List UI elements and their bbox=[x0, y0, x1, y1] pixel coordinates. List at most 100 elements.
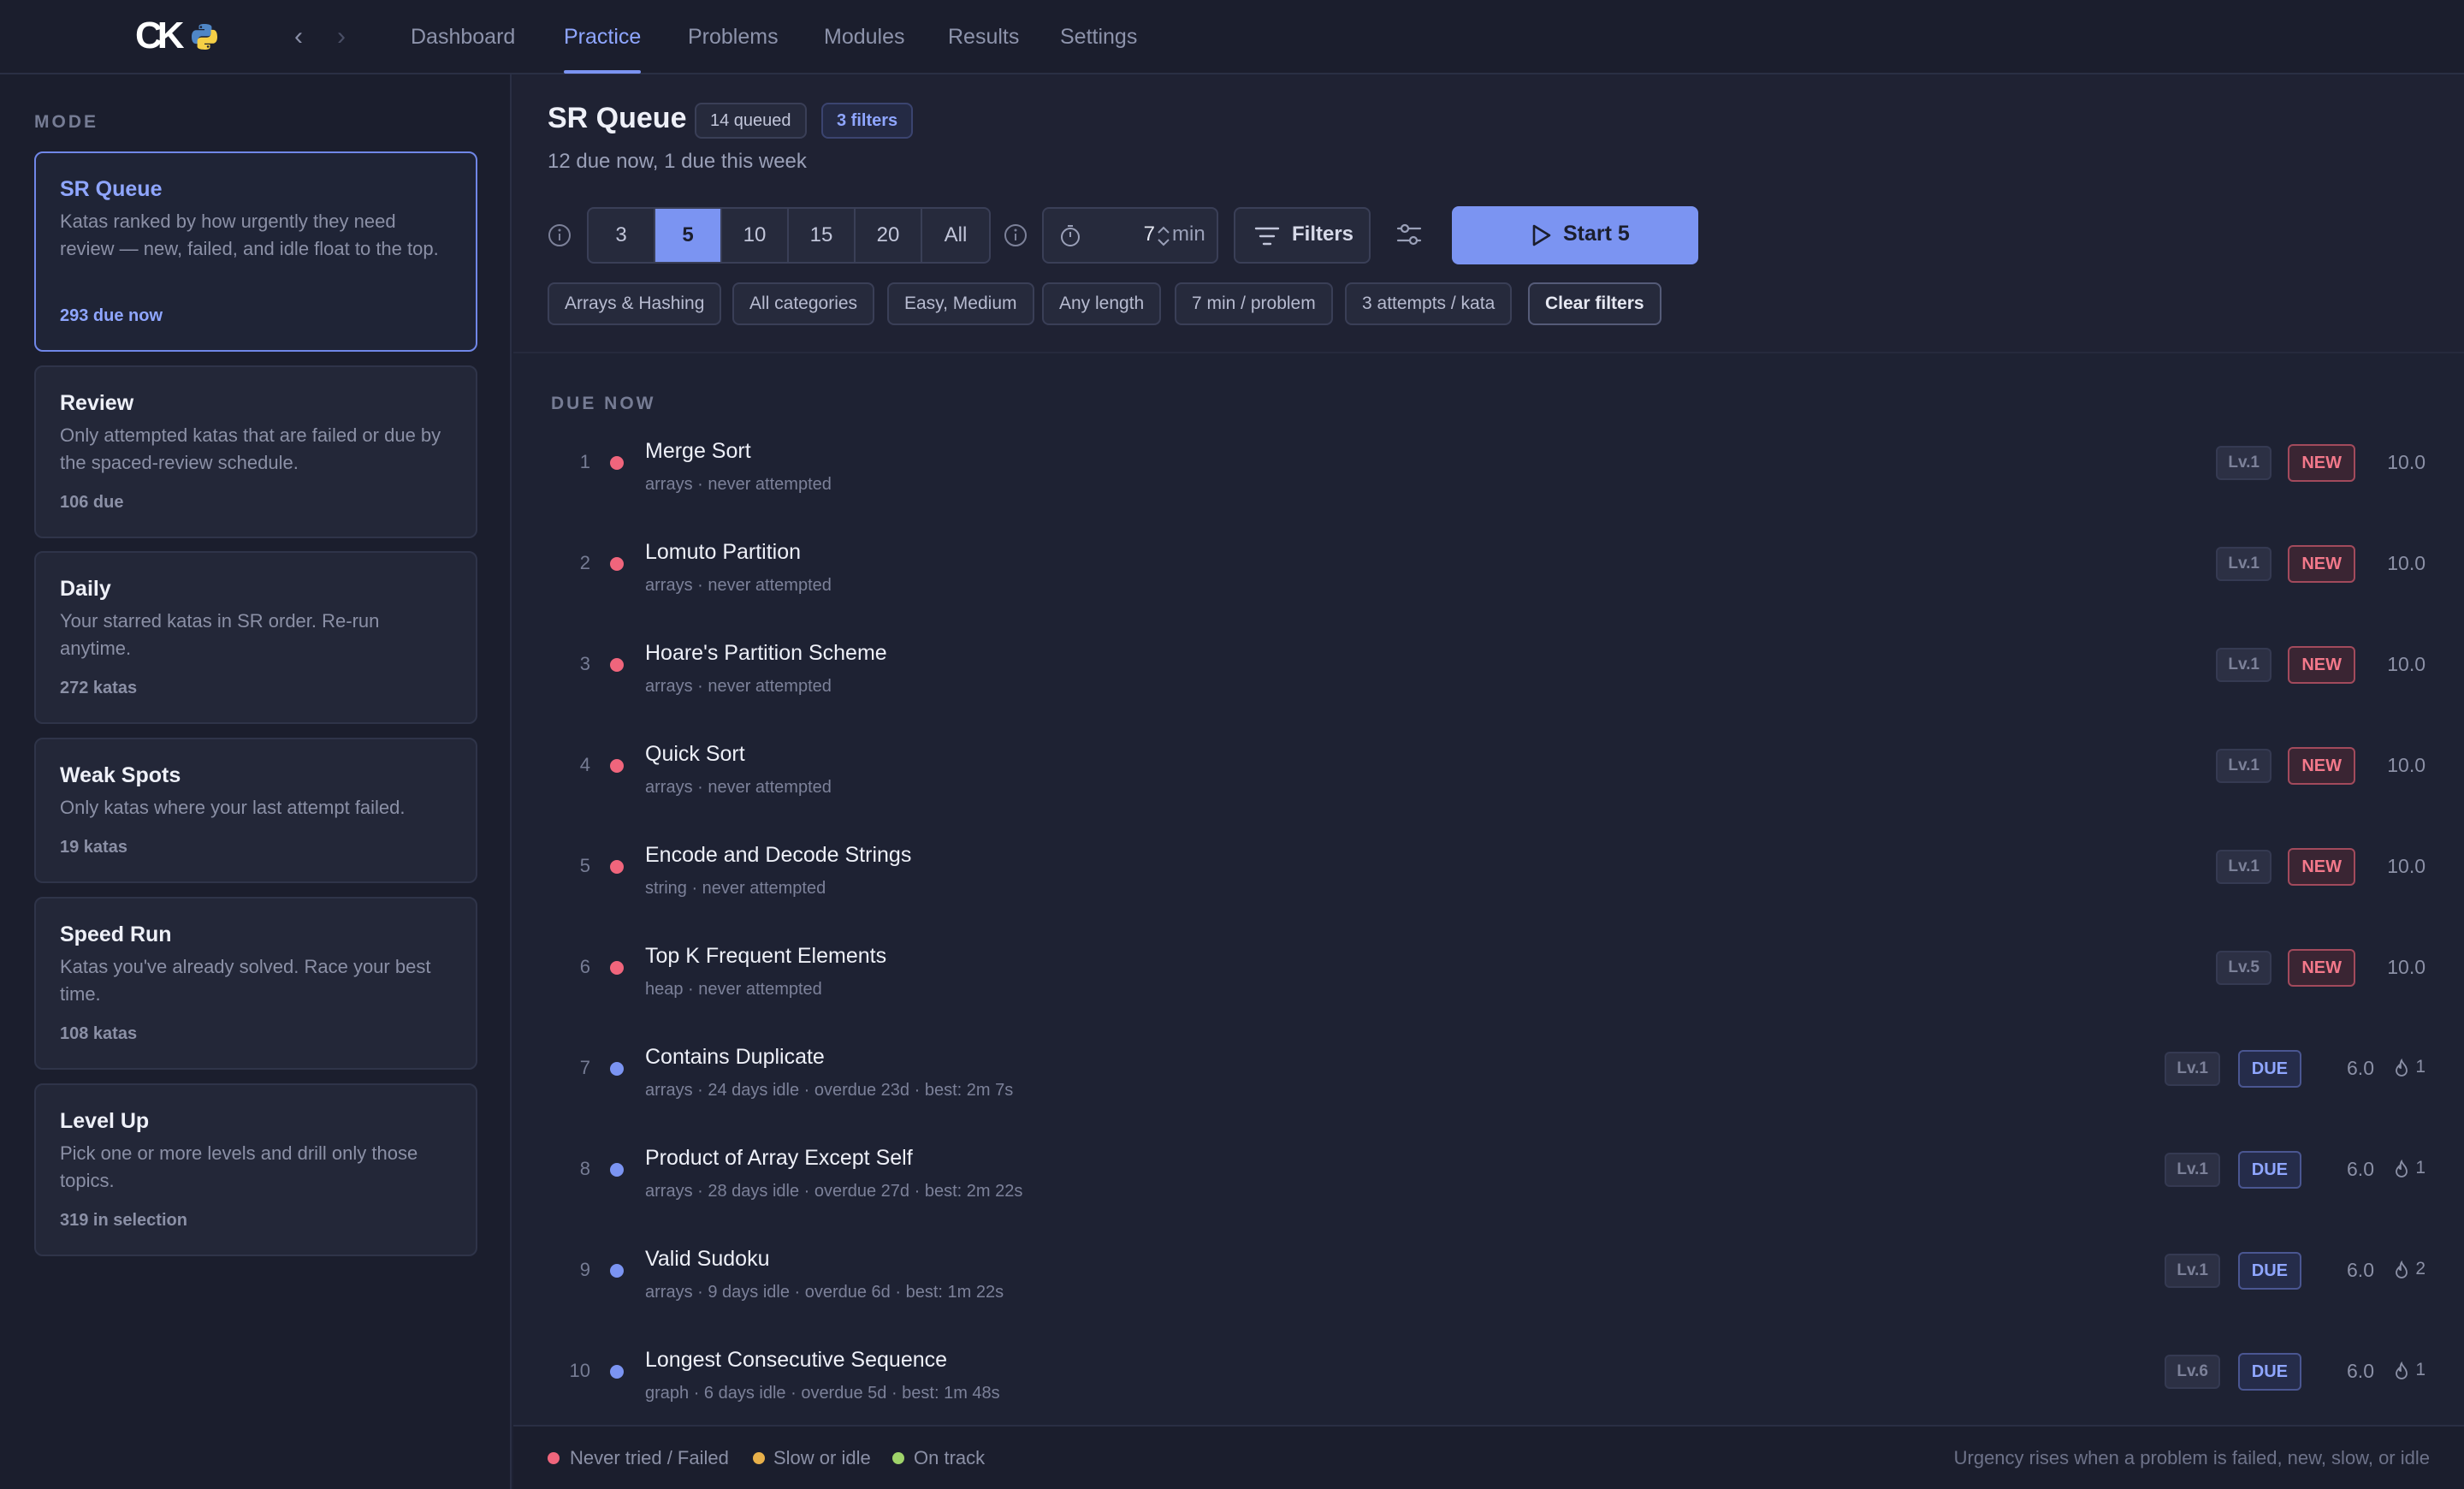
row-number: 1 bbox=[579, 451, 590, 472]
filter-chip-category[interactable]: All categories bbox=[732, 282, 875, 325]
urgency-score: 10.0 bbox=[2387, 451, 2426, 473]
queue-row[interactable]: 7 Contains Duplicate arrays · 24 days idle… bbox=[513, 1031, 2464, 1132]
status-badge: NEW bbox=[2288, 545, 2355, 583]
size-option-10[interactable]: 10 bbox=[722, 209, 789, 262]
mode-card-speed-run[interactable]: Speed Run Katas you've already solved. R… bbox=[34, 897, 477, 1070]
mode-count: 272 katas bbox=[60, 679, 138, 697]
tab-problems[interactable]: Problems bbox=[688, 22, 779, 74]
app-logo[interactable]: CK bbox=[135, 15, 185, 56]
queue-row[interactable]: 1 Merge Sort arrays · never attempted Lv.1 N… bbox=[513, 425, 2464, 526]
queue-row[interactable]: 4 Quick Sort arrays · never attempted Lv.1 N… bbox=[513, 728, 2464, 829]
tab-dashboard[interactable]: Dashboard bbox=[411, 22, 515, 74]
mode-description: Your starred katas in SR order. Re-run a… bbox=[60, 610, 380, 659]
streak-count: 1 bbox=[2415, 1360, 2426, 1379]
sliders-icon[interactable] bbox=[1395, 220, 1424, 249]
mode-description: Only attempted katas that are failed or … bbox=[60, 424, 441, 473]
filter-chip-topic[interactable]: Arrays & Hashing bbox=[548, 282, 722, 325]
level-badge: Lv.1 bbox=[2216, 749, 2272, 783]
urgency-dot bbox=[610, 557, 624, 571]
kata-title: Top K Frequent Elements bbox=[645, 944, 887, 968]
size-option-20[interactable]: 20 bbox=[856, 209, 922, 262]
level-badge: Lv.1 bbox=[2216, 547, 2272, 581]
urgency-note: Urgency rises when a problem is failed, … bbox=[1953, 1447, 2430, 1468]
streak-count: 1 bbox=[2415, 1057, 2426, 1077]
mode-description: Katas ranked by how urgently they need r… bbox=[60, 211, 439, 259]
mode-description: Only katas where your last attempt faile… bbox=[60, 797, 406, 818]
size-option-all[interactable]: All bbox=[922, 209, 989, 262]
mode-title: Speed Run bbox=[60, 922, 172, 946]
filter-chip-time[interactable]: 7 min / problem bbox=[1175, 282, 1333, 325]
tab-results[interactable]: Results bbox=[948, 22, 1019, 74]
mode-count: 106 due bbox=[60, 493, 124, 512]
mode-card-level-up[interactable]: Level Up Pick one or more levels and dri… bbox=[34, 1083, 477, 1256]
clear-filters-button[interactable]: Clear filters bbox=[1528, 282, 1661, 325]
main-content: SR Queue 14 queued 3 filters 12 due now,… bbox=[513, 74, 2464, 1489]
kata-meta: graph · 6 days idle · overdue 5d · best:… bbox=[645, 1384, 1000, 1403]
size-option-15[interactable]: 15 bbox=[789, 209, 856, 262]
streak-count: 2 bbox=[2415, 1259, 2426, 1278]
mode-description: Pick one or more levels and drill only t… bbox=[60, 1142, 418, 1191]
level-badge: Lv.1 bbox=[2216, 850, 2272, 884]
filters-button[interactable]: Filters bbox=[1234, 207, 1371, 264]
queue-row[interactable]: 9 Valid Sudoku arrays · 9 days idle · over… bbox=[513, 1233, 2464, 1334]
kata-title: Contains Duplicate bbox=[645, 1045, 825, 1069]
info-icon[interactable] bbox=[548, 223, 572, 247]
size-option-5[interactable]: 5 bbox=[655, 209, 722, 262]
mode-card-daily[interactable]: Daily Your starred katas in SR order. Re… bbox=[34, 551, 477, 724]
kata-title: Merge Sort bbox=[645, 439, 751, 463]
mode-card-weak-spots[interactable]: Weak Spots Only katas where your last at… bbox=[34, 738, 477, 883]
filter-chip-length[interactable]: Any length bbox=[1042, 282, 1162, 325]
urgency-dot bbox=[610, 759, 624, 773]
queue-row[interactable]: 5 Encode and Decode Strings string · never… bbox=[513, 829, 2464, 930]
page-title: SR Queue bbox=[548, 102, 687, 134]
status-badge: NEW bbox=[2288, 444, 2355, 482]
status-badge: DUE bbox=[2237, 1151, 2301, 1189]
time-per-problem-stepper[interactable]: 7 min bbox=[1042, 207, 1218, 264]
tab-modules[interactable]: Modules bbox=[824, 22, 905, 74]
level-badge: Lv.1 bbox=[2216, 446, 2272, 480]
play-icon bbox=[1532, 224, 1551, 246]
active-filters-badge[interactable]: 3 filters bbox=[821, 103, 914, 139]
size-option-3[interactable]: 3 bbox=[589, 209, 655, 262]
level-badge: Lv.1 bbox=[2165, 1254, 2220, 1288]
urgency-score: 10.0 bbox=[2387, 956, 2426, 978]
filter-chip-difficulty[interactable]: Easy, Medium bbox=[887, 282, 1034, 325]
queue-row[interactable]: 8 Product of Array Except Self arrays · 28… bbox=[513, 1132, 2464, 1233]
kata-meta: arrays · never attempted bbox=[645, 778, 832, 797]
mode-title: Daily bbox=[60, 577, 111, 601]
queue-row[interactable]: 2 Lomuto Partition arrays · never attempte… bbox=[513, 526, 2464, 627]
urgency-score: 10.0 bbox=[2387, 754, 2426, 776]
row-number: 6 bbox=[579, 956, 590, 977]
tab-practice[interactable]: Practice bbox=[564, 22, 642, 74]
filter-chip-attempts[interactable]: 3 attempts / kata bbox=[1345, 282, 1513, 325]
mode-count: 108 katas bbox=[60, 1024, 138, 1043]
stepper-arrows-icon[interactable] bbox=[1155, 222, 1172, 250]
mode-title: Review bbox=[60, 391, 134, 415]
kata-title: Valid Sudoku bbox=[645, 1247, 770, 1271]
filter-lines-icon bbox=[1254, 227, 1280, 246]
kata-title: Hoare's Partition Scheme bbox=[645, 641, 887, 665]
level-badge: Lv.5 bbox=[2216, 951, 2272, 985]
queue-row[interactable]: 3 Hoare's Partition Scheme arrays · never … bbox=[513, 627, 2464, 728]
forward-arrow-icon[interactable]: › bbox=[329, 21, 354, 53]
queue-row[interactable]: 6 Top K Frequent Elements heap · never att… bbox=[513, 930, 2464, 1031]
mode-count: 19 katas bbox=[60, 838, 127, 857]
mode-count: 293 due now bbox=[60, 306, 163, 325]
streak-count: 1 bbox=[2415, 1158, 2426, 1178]
start-session-button[interactable]: Start 5 bbox=[1452, 206, 1698, 264]
top-nav-bar: CK ‹ › Dashboard Practice Problems Modul… bbox=[0, 0, 2464, 74]
mode-title: Weak Spots bbox=[60, 763, 181, 787]
mode-card-sr-queue[interactable]: SR Queue Katas ranked by how urgently th… bbox=[34, 151, 477, 352]
tab-settings[interactable]: Settings bbox=[1060, 22, 1137, 74]
queue-row[interactable]: 10 Longest Consecutive Sequence graph · 6 … bbox=[513, 1334, 2464, 1435]
back-arrow-icon[interactable]: ‹ bbox=[286, 21, 311, 53]
session-size-selector: 3 5 10 15 20 All bbox=[587, 207, 991, 264]
row-number: 8 bbox=[579, 1158, 590, 1179]
urgency-dot bbox=[610, 1062, 624, 1076]
kata-meta: arrays · 9 days idle · overdue 6d · best… bbox=[645, 1283, 1004, 1302]
urgency-score: 6.0 bbox=[2347, 1158, 2374, 1180]
mode-heading: MODE bbox=[34, 112, 98, 132]
info-icon[interactable] bbox=[1004, 223, 1028, 247]
mode-card-review[interactable]: Review Only attempted katas that are fai… bbox=[34, 365, 477, 538]
row-number: 4 bbox=[579, 754, 590, 775]
